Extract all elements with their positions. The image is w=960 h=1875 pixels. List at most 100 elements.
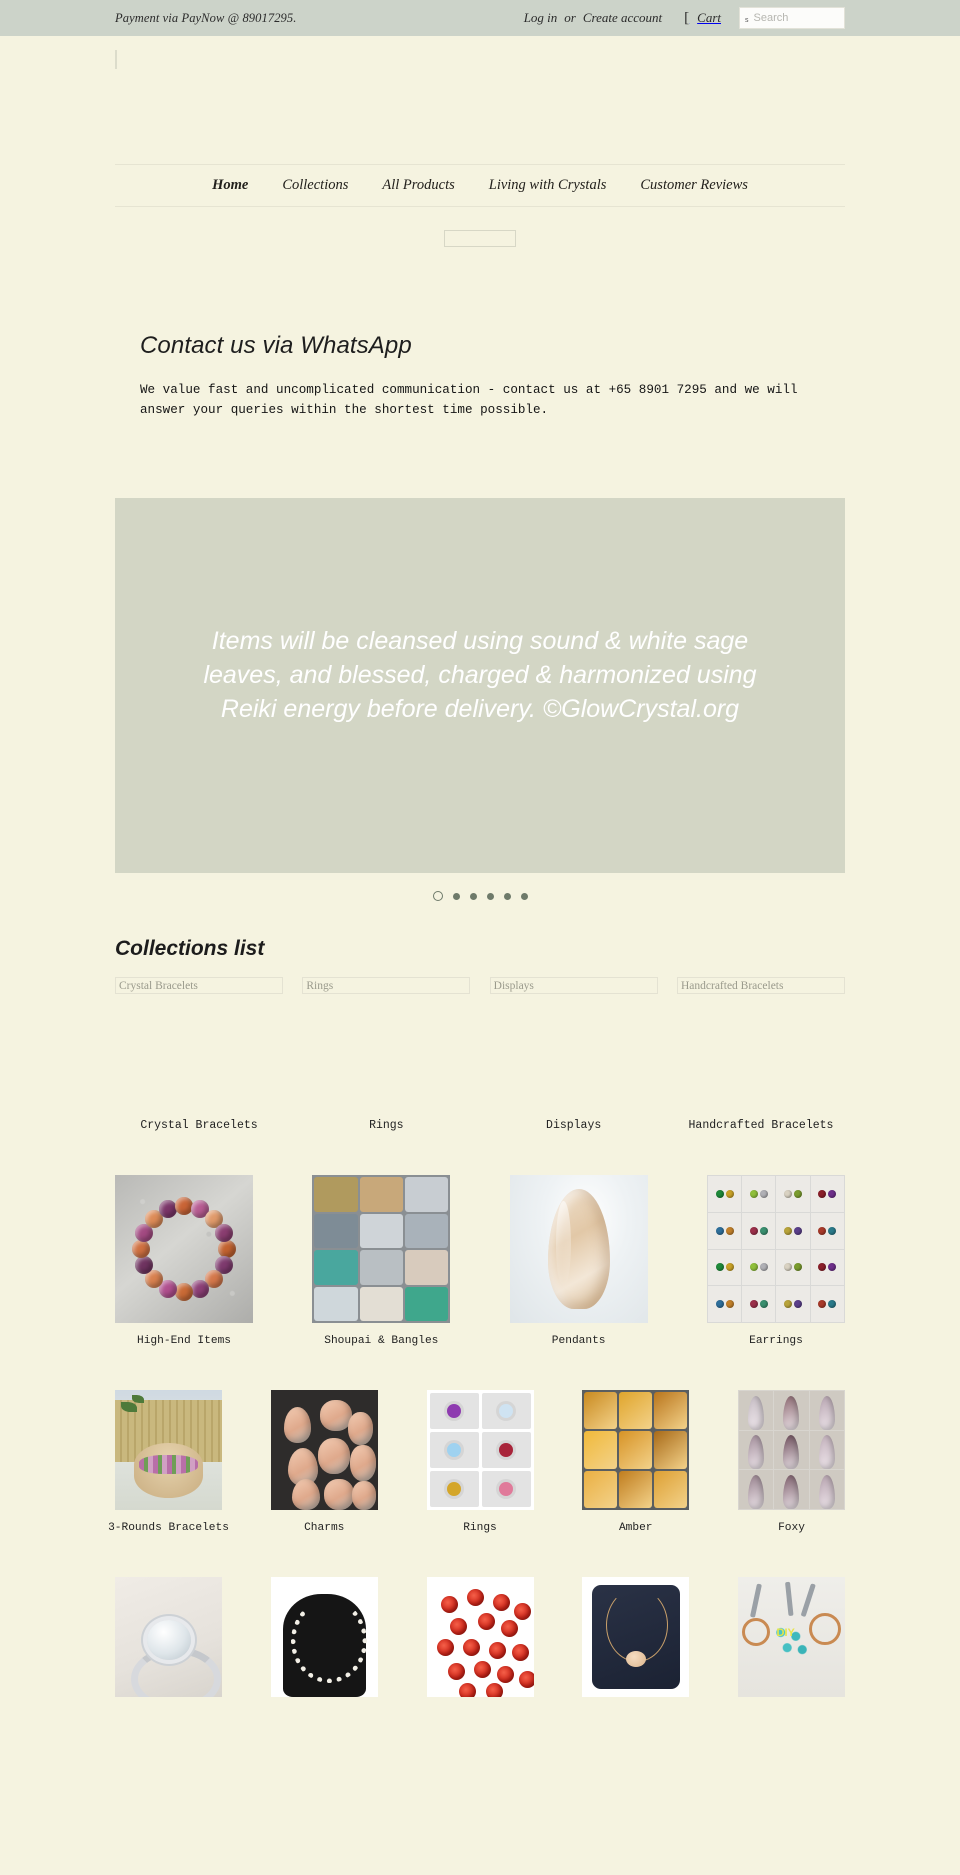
product-caption: Shoupai & Bangles bbox=[324, 1335, 439, 1348]
top-bar-inner: Payment via PayNow @ 89017295. Log in or… bbox=[115, 0, 845, 36]
product-card-pendants[interactable]: Pendants bbox=[509, 1175, 648, 1348]
product-thumbnail bbox=[426, 1390, 534, 1511]
diamond-ring-image bbox=[115, 1577, 222, 1698]
diy-supplies-image: DIY bbox=[738, 1577, 845, 1698]
search-input[interactable] bbox=[753, 12, 828, 24]
nav-item-all-products[interactable]: All Products bbox=[382, 177, 454, 194]
collection-caption: Handcrafted Bracelets bbox=[688, 1119, 834, 1133]
product-card-red-roses[interactable] bbox=[426, 1577, 534, 1709]
product-card-high-end-items[interactable]: High-End Items bbox=[115, 1175, 253, 1347]
whatsapp-heading: Contact us via WhatsApp bbox=[140, 332, 412, 359]
product-thumbnail bbox=[115, 1390, 222, 1511]
charms-image bbox=[270, 1390, 378, 1511]
slideshow-dot-2[interactable] bbox=[452, 892, 460, 900]
site-header bbox=[115, 36, 845, 164]
top-utility-bar: Payment via PayNow @ 89017295. Log in or… bbox=[0, 0, 960, 36]
cart-icon: [ bbox=[684, 9, 690, 26]
product-card-3-rounds-bracelets[interactable]: 3-Rounds Bracelets bbox=[108, 1390, 229, 1534]
collection-caption: Rings bbox=[369, 1119, 404, 1133]
slideshow-dot-3[interactable] bbox=[469, 892, 477, 900]
broken-image-icon: Crystal Bracelets bbox=[115, 977, 283, 995]
product-caption: Amber bbox=[618, 1522, 653, 1535]
nav-item-living-with-crystals[interactable]: Living with Crystals bbox=[489, 177, 607, 194]
product-thumbnail: DIY bbox=[738, 1577, 845, 1698]
pearl-necklace-image bbox=[270, 1577, 378, 1698]
boxed-necklace-image bbox=[582, 1577, 690, 1698]
cart-label: Cart bbox=[697, 10, 721, 25]
amber-collage-image bbox=[582, 1390, 690, 1511]
broken-image-icon: Rings bbox=[302, 977, 471, 995]
rings-collage-image bbox=[426, 1390, 534, 1511]
collections-title: Collections list bbox=[115, 937, 265, 961]
product-caption: Foxy bbox=[778, 1522, 805, 1535]
slideshow-dot-6[interactable] bbox=[520, 892, 528, 900]
product-grid-row-3: 3-Rounds Bracelets Charms Rings Amber Fo bbox=[108, 1390, 845, 1535]
broken-image-icon: Handcrafted Bracelets bbox=[676, 977, 845, 995]
product-caption: Charms bbox=[304, 1522, 345, 1535]
product-grid-row-4: DIY bbox=[115, 1577, 845, 1709]
product-card-diamond-ring[interactable] bbox=[115, 1577, 222, 1709]
collection-card-displays[interactable]: Displays Displays bbox=[489, 977, 658, 1133]
top-bar-actions: Log in or Create account [ Cart s bbox=[524, 7, 845, 29]
collection-caption: Displays bbox=[546, 1119, 602, 1133]
red-rose-beads-image bbox=[426, 1577, 534, 1698]
product-thumbnail bbox=[706, 1175, 845, 1324]
create-account-link[interactable]: Create account bbox=[583, 10, 662, 26]
whatsapp-body: We value fast and uncomplicated communic… bbox=[140, 383, 798, 417]
or-separator: or bbox=[564, 10, 576, 25]
product-caption: 3-Rounds Bracelets bbox=[108, 1522, 229, 1535]
site-logo[interactable] bbox=[115, 50, 117, 69]
product-card-pearl-necklace[interactable] bbox=[270, 1577, 378, 1709]
collection-card-rings[interactable]: Rings Rings bbox=[302, 977, 471, 1133]
product-thumbnail bbox=[312, 1175, 451, 1324]
product-card-rings[interactable]: Rings bbox=[426, 1390, 534, 1534]
slideshow-dot-1[interactable] bbox=[432, 891, 443, 902]
earrings-image bbox=[706, 1175, 845, 1324]
product-thumbnail bbox=[115, 1577, 222, 1698]
foxy-carvings-image bbox=[738, 1390, 845, 1511]
collections-row: Crystal Bracelets Crystal Bracelets Ring… bbox=[115, 977, 845, 1132]
nav-item-collections[interactable]: Collections bbox=[282, 177, 348, 194]
pendant-image bbox=[509, 1175, 648, 1324]
product-card-foxy[interactable]: Foxy bbox=[738, 1390, 845, 1534]
hero-slideshow[interactable]: Items will be cleansed using sound & whi… bbox=[115, 498, 845, 874]
product-caption: Earrings bbox=[749, 1335, 803, 1348]
broken-image-icon: Displays bbox=[489, 977, 658, 995]
product-card-shoupai-bangles[interactable]: Shoupai & Bangles bbox=[312, 1175, 451, 1348]
search-icon: s bbox=[745, 17, 749, 24]
product-card-charms[interactable]: Charms bbox=[270, 1390, 378, 1535]
announcement-placeholder-row bbox=[115, 207, 845, 269]
cart-link[interactable]: [ Cart bbox=[684, 10, 721, 26]
search-box[interactable]: s bbox=[739, 7, 845, 29]
slideshow-dot-4[interactable] bbox=[486, 892, 494, 900]
nav-item-home[interactable]: Home bbox=[212, 177, 248, 194]
nav-item-customer-reviews[interactable]: Customer Reviews bbox=[640, 177, 748, 194]
product-grid-row-2: High-End Items Shoupai & Bangles Pendant… bbox=[115, 1175, 845, 1347]
main-content: Contact us via WhatsApp We value fast an… bbox=[115, 332, 845, 420]
product-thumbnail bbox=[582, 1390, 690, 1511]
product-card-earrings[interactable]: Earrings bbox=[706, 1175, 845, 1348]
collection-card-handcrafted-bracelets[interactable]: Handcrafted Bracelets Handcrafted Bracel… bbox=[676, 977, 845, 1133]
collections-section: Collections list Crystal Bracelets Cryst… bbox=[108, 937, 845, 1709]
product-thumbnail bbox=[270, 1390, 378, 1511]
slideshow-dots bbox=[115, 887, 845, 905]
hero-slide-text: Items will be cleansed using sound & whi… bbox=[203, 626, 757, 723]
slideshow-dot-5[interactable] bbox=[503, 892, 511, 900]
collection-caption: Crystal Bracelets bbox=[140, 1119, 258, 1133]
product-thumbnail bbox=[426, 1577, 534, 1698]
login-link[interactable]: Log in bbox=[524, 10, 558, 26]
announcement-image-placeholder bbox=[444, 229, 516, 247]
product-caption: Pendants bbox=[551, 1335, 606, 1348]
product-thumbnail bbox=[738, 1390, 845, 1511]
product-card-amber[interactable]: Amber bbox=[582, 1390, 690, 1535]
paynow-notice: Payment via PayNow @ 89017295. bbox=[115, 10, 297, 25]
product-thumbnail bbox=[509, 1175, 648, 1324]
product-thumbnail bbox=[270, 1577, 378, 1698]
collection-card-crystal-bracelets[interactable]: Crystal Bracelets Crystal Bracelets bbox=[115, 977, 283, 1132]
bracelet-image bbox=[115, 1175, 253, 1324]
wood-display-image bbox=[115, 1390, 222, 1511]
main-navigation: Home Collections All Products Living wit… bbox=[115, 164, 845, 207]
product-thumbnail bbox=[115, 1175, 253, 1324]
product-card-necklace-box[interactable] bbox=[582, 1577, 690, 1709]
product-card-diy-supplies[interactable]: DIY bbox=[738, 1577, 845, 1709]
